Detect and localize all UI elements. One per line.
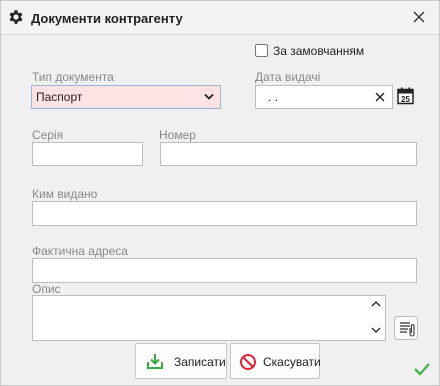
clear-icon[interactable] [374, 91, 386, 103]
issue-date-value: . . [268, 90, 279, 104]
number-field[interactable] [160, 142, 417, 166]
window-title: Документи контрагенту [31, 11, 183, 26]
save-button-label: Записати [174, 355, 226, 369]
calendar-icon[interactable]: 25 [397, 87, 414, 105]
issue-date-field[interactable]: . . [255, 85, 393, 109]
series-field[interactable] [32, 142, 143, 166]
default-checkbox[interactable] [255, 44, 268, 57]
chevron-up-icon[interactable] [371, 300, 381, 308]
issued-by-field[interactable] [32, 201, 417, 226]
doc-type-label: Тип документа [32, 70, 114, 84]
title-bar: Документи контрагенту [1, 1, 439, 35]
actual-address-label: Фактична адреса [32, 244, 128, 258]
download-icon [147, 354, 163, 369]
description-label: Опис [32, 282, 61, 296]
actual-address-field[interactable] [32, 258, 417, 283]
save-button[interactable]: Записати [135, 343, 227, 379]
gear-icon [9, 10, 23, 24]
attachment-button[interactable] [394, 316, 418, 340]
series-label: Серія [32, 128, 64, 142]
default-checkbox-label: За замовчанням [273, 44, 365, 58]
doc-type-value: Паспорт [36, 90, 83, 104]
doc-type-select[interactable]: Паспорт [31, 85, 221, 109]
chevron-down-icon[interactable] [371, 326, 381, 334]
cancel-button-label: Скасувати [263, 355, 321, 369]
checkmark-icon [414, 363, 430, 376]
description-memo[interactable] [32, 295, 386, 341]
close-icon[interactable] [411, 9, 427, 25]
prohibited-icon [240, 354, 256, 370]
issue-date-label: Дата видачі [255, 70, 321, 84]
calendar-day: 25 [401, 95, 410, 104]
number-label: Номер [159, 128, 196, 142]
issued-by-label: Ким видано [32, 187, 98, 201]
cancel-button[interactable]: Скасувати [230, 343, 321, 379]
dialog-window: Документи контрагенту За замовчанням Тип… [0, 0, 440, 386]
attachment-icon [400, 322, 415, 337]
chevron-down-icon [204, 93, 214, 100]
